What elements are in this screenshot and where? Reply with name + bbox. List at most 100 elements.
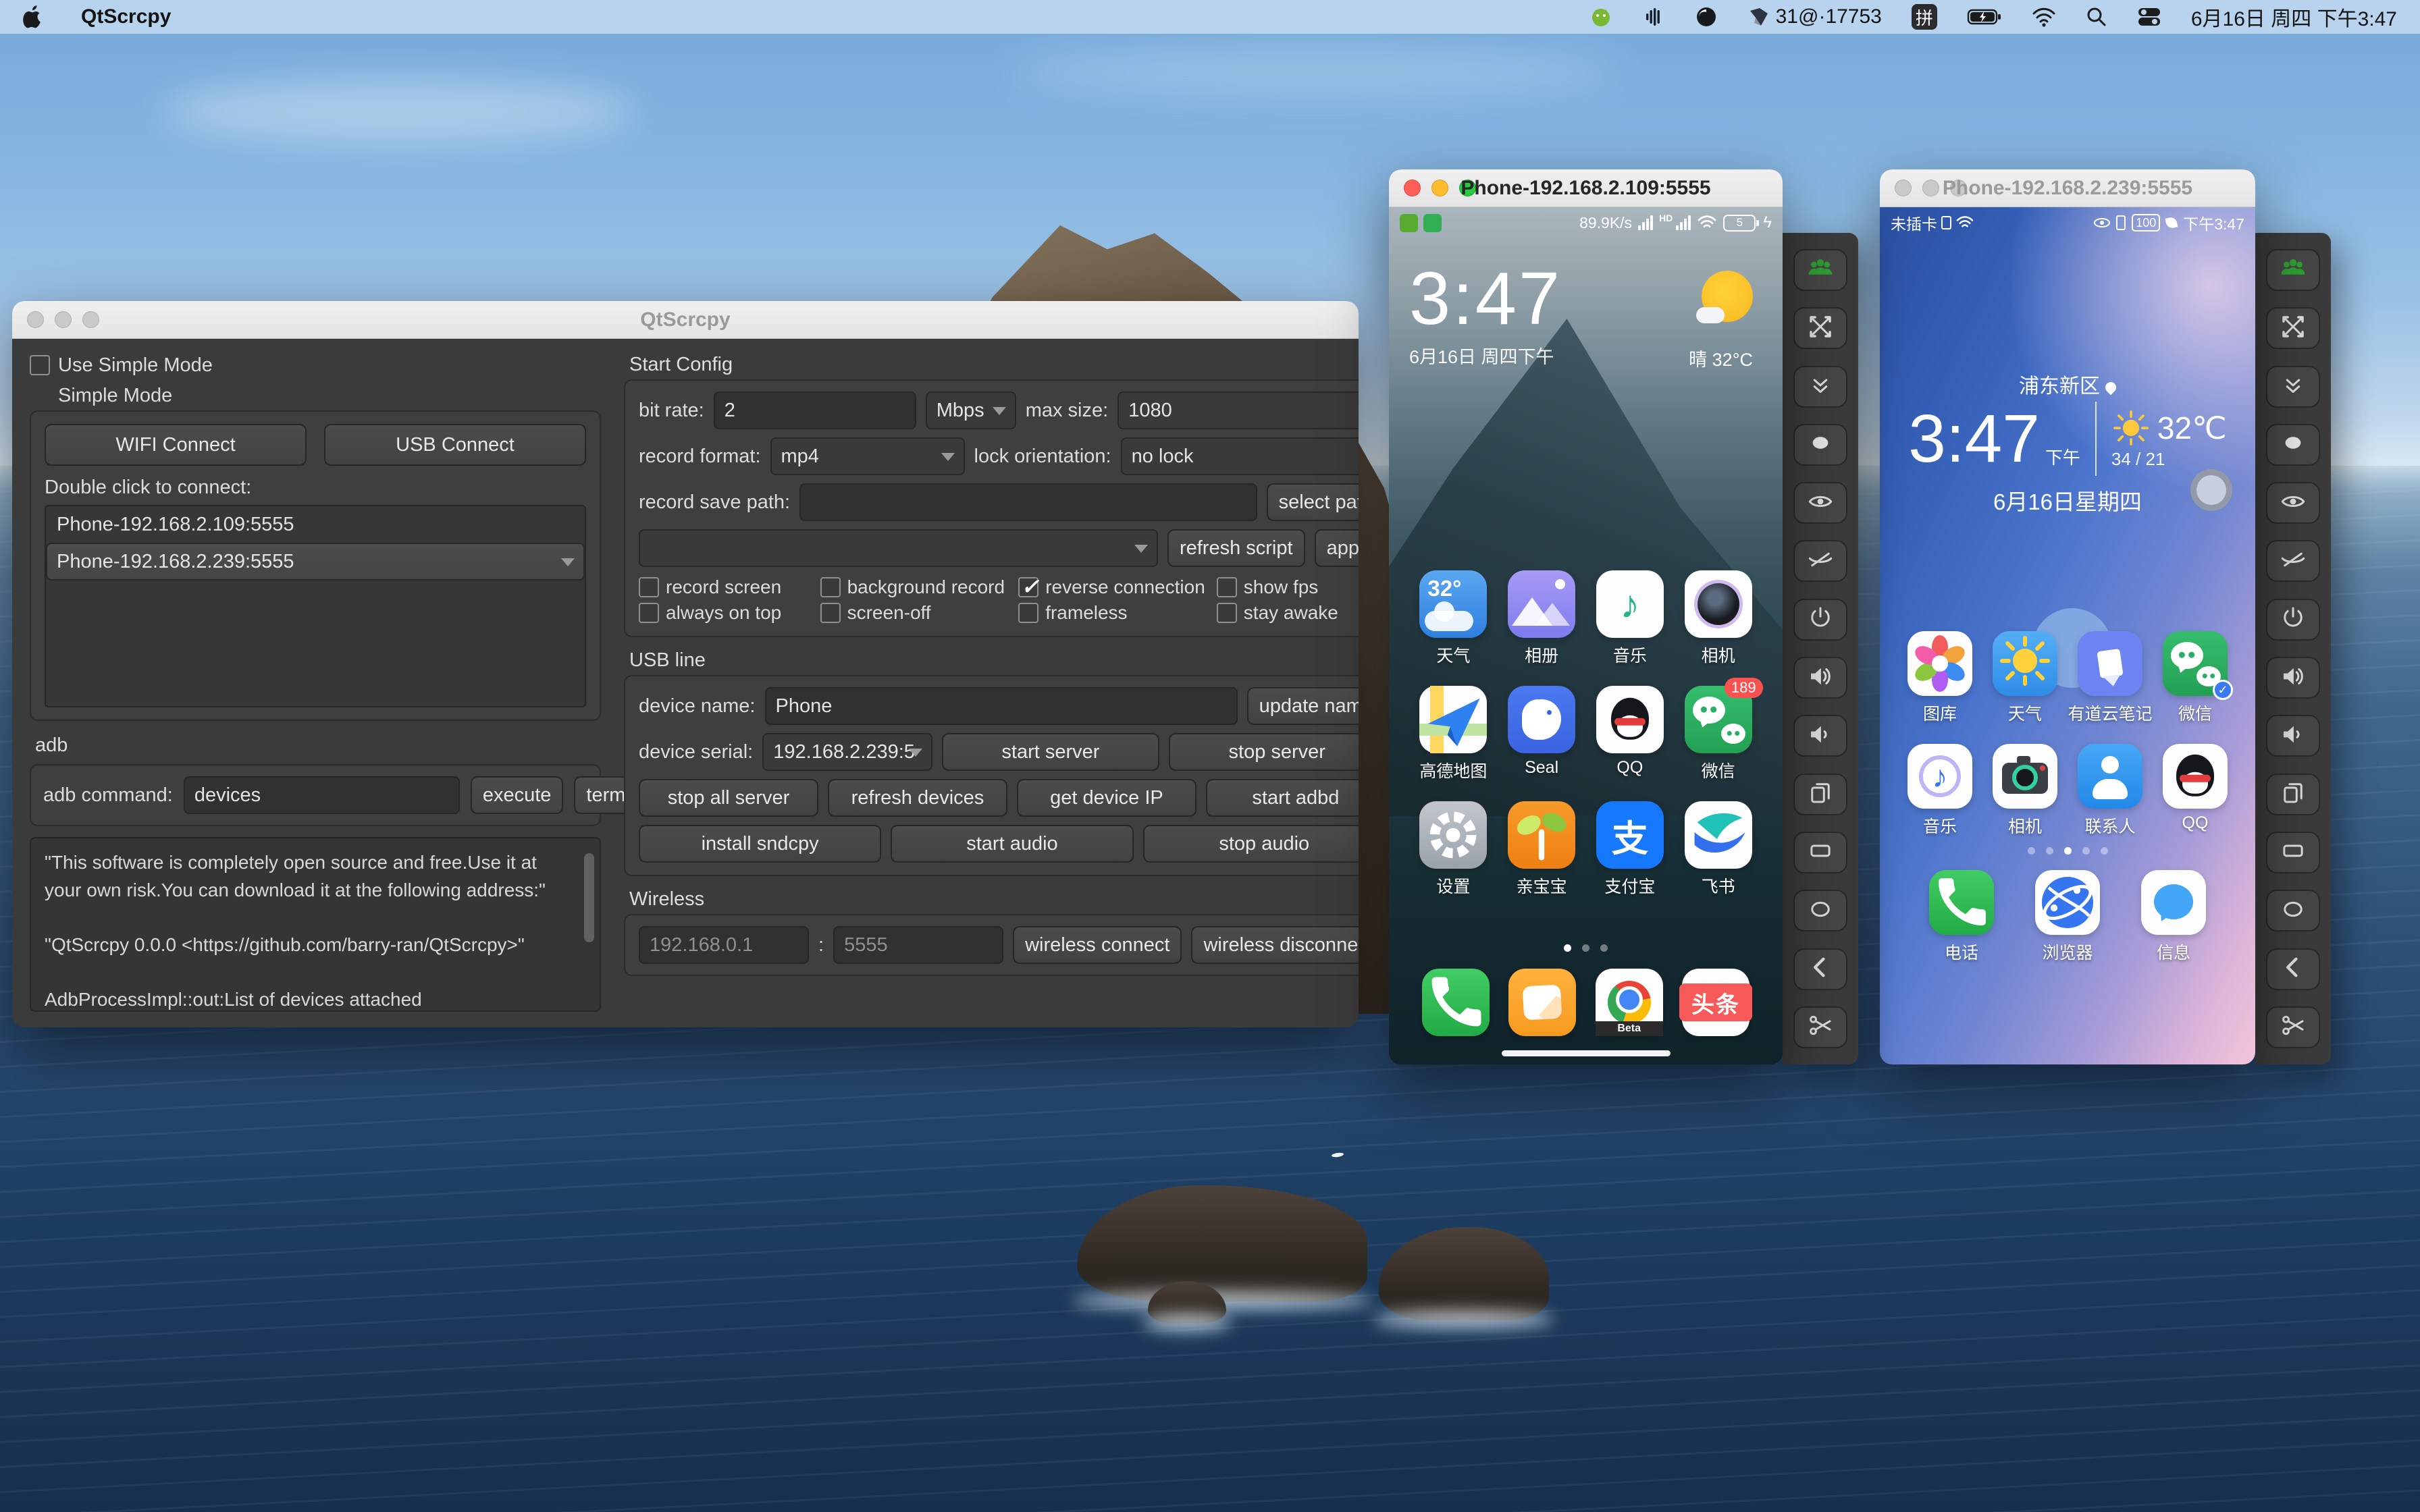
wireless-connect-button[interactable]: wireless connect (1013, 926, 1182, 964)
app-icon-相册[interactable] (1508, 570, 1576, 638)
app-icon-联系人[interactable] (2078, 744, 2142, 809)
app-icon-浏览器[interactable] (2035, 870, 2100, 935)
apple-menu-icon[interactable] (23, 3, 43, 30)
fold-button[interactable] (1793, 365, 1847, 408)
wireless-ip-input[interactable] (639, 926, 809, 964)
fold-button[interactable] (2266, 365, 2320, 408)
checkbox-box[interactable] (639, 603, 659, 623)
stop-all-server-button[interactable]: stop all server (639, 779, 818, 817)
device-serial-select[interactable]: 192.168.2.239:5 (762, 733, 933, 771)
checkbox-box[interactable] (1216, 577, 1237, 597)
checkbox-box[interactable] (820, 577, 841, 597)
app-icon-天气[interactable]: 32° (1419, 570, 1488, 638)
app-icon-支付宝[interactable]: 支 (1596, 801, 1664, 869)
home-button[interactable] (1793, 890, 1847, 932)
equalizer-status-icon[interactable] (1642, 3, 1665, 30)
adb-command-input[interactable] (183, 776, 460, 814)
record-save-path-input[interactable] (799, 483, 1257, 521)
proxy-status-item[interactable]: 31@·17753 (1747, 5, 1882, 28)
app-icon-微信[interactable]: ✓ (2163, 631, 2233, 700)
group-control-button[interactable] (1793, 249, 1847, 291)
screenshot-button[interactable] (1793, 1006, 1847, 1048)
app-icon-高德地图[interactable] (1419, 686, 1488, 753)
device-list-item[interactable]: Phone-192.168.2.109:5555 (46, 506, 585, 543)
stop-audio-button[interactable]: stop audio (1142, 825, 1359, 863)
screen-on-button[interactable] (1793, 482, 1847, 524)
device-name-input[interactable] (764, 687, 1238, 725)
screen-on-button[interactable] (2266, 482, 2320, 524)
app-icon-QQ[interactable] (2163, 744, 2228, 809)
touch-button[interactable] (1793, 423, 1847, 466)
control-center-icon[interactable] (2137, 3, 2161, 30)
screen-off-button[interactable] (1793, 540, 1847, 583)
assistive-ball[interactable] (2190, 469, 2232, 511)
app-switch-button[interactable] (2266, 773, 2320, 815)
volume-up-button[interactable] (2266, 657, 2320, 699)
app-icon-mi-sms[interactable] (1508, 969, 1577, 1036)
bit-rate-input[interactable] (713, 392, 916, 429)
app-icon-音乐[interactable]: ♪ (1908, 744, 1972, 809)
refresh-script-button[interactable]: refresh script (1167, 529, 1305, 567)
app-icon-Seal[interactable] (1508, 686, 1576, 753)
app-icon-飞书[interactable] (1684, 801, 1752, 869)
checkbox-box[interactable] (1216, 603, 1237, 623)
group-control-button[interactable] (2266, 249, 2320, 291)
app-icon-相机[interactable] (1684, 570, 1752, 638)
use-simple-mode-row[interactable]: Use Simple Mode (30, 350, 601, 381)
checkbox-record-screen[interactable]: record screen (639, 576, 816, 598)
checkbox-frameless[interactable]: frameless (1018, 602, 1213, 624)
max-size-select[interactable]: 1080 (1117, 392, 1359, 429)
adb-log-output[interactable]: "This software is completely open source… (30, 837, 601, 1012)
app-icon-音乐[interactable]: ♪ (1596, 570, 1664, 638)
swirl-status-icon[interactable] (1695, 3, 1718, 30)
app-icon-微信[interactable]: 189 (1684, 678, 1763, 753)
checkbox-reverse-connection[interactable]: reverse connection (1018, 574, 1213, 599)
phone1-titlebar[interactable]: Phone-192.168.2.109:5555 (1389, 169, 1783, 207)
touch-button[interactable] (2266, 423, 2320, 466)
get-device-ip-button[interactable]: get device IP (1016, 779, 1196, 817)
menu-button[interactable] (1793, 831, 1847, 873)
main-window-titlebar[interactable]: QtScrcpy (12, 301, 1359, 339)
app-icon-图库[interactable] (1908, 631, 1972, 696)
use-simple-mode-checkbox[interactable] (30, 355, 50, 375)
back-button[interactable] (2266, 948, 2320, 990)
device-list-item[interactable]: Phone-192.168.2.239:5555 (46, 543, 585, 580)
home-indicator[interactable] (1501, 1050, 1671, 1056)
app-switch-button[interactable] (1793, 773, 1847, 815)
phone2-screen[interactable]: 未插卡 100 下午3:47 浦东新区 3:47 下午 32℃ 34 / 21 … (1880, 207, 2255, 1064)
input-method-icon[interactable]: 拼 (1911, 4, 1937, 30)
apply-button[interactable]: apply (1314, 529, 1359, 567)
wireless-port-input[interactable] (833, 926, 1004, 964)
volume-down-button[interactable] (1793, 715, 1847, 757)
refresh-devices-button[interactable]: refresh devices (827, 779, 1007, 817)
app-icon-toutiao[interactable]: 头条 (1679, 969, 1752, 1036)
home-button[interactable] (2266, 890, 2320, 932)
checkbox-background-record[interactable]: background record (820, 576, 1015, 598)
app-icon-QQ[interactable] (1596, 686, 1664, 753)
app-icon-有道云笔记[interactable] (2078, 631, 2142, 696)
menu-bar-app-name[interactable]: QtScrcpy (81, 5, 171, 28)
app-icon-电话[interactable] (1929, 870, 1994, 935)
usb-connect-button[interactable]: USB Connect (324, 424, 586, 466)
device-list[interactable]: Phone-192.168.2.109:5555 Phone-192.168.2.… (45, 505, 586, 707)
app-icon-天气[interactable] (1993, 631, 2057, 696)
screenshot-button[interactable] (2266, 1006, 2320, 1048)
bit-rate-unit-select[interactable]: Mbps (925, 392, 1016, 429)
execute-button[interactable]: execute (470, 776, 564, 814)
wifi-connect-button[interactable]: WIFI Connect (45, 424, 307, 466)
log-scrollbar-thumb[interactable] (584, 853, 594, 942)
screen-off-button[interactable] (2266, 540, 2320, 583)
checkbox-box[interactable] (820, 603, 841, 623)
checkbox-screen-off[interactable]: screen-off (820, 602, 1015, 624)
lock-orientation-select[interactable]: no lock (1120, 437, 1359, 475)
checkbox-box[interactable] (1018, 603, 1039, 623)
start-audio-button[interactable]: start audio (891, 825, 1134, 863)
clock-widget[interactable]: 3:47 6月16日 周四下午 (1409, 260, 1562, 369)
app-icon-信息[interactable] (2141, 870, 2206, 935)
checkbox-always-on-top[interactable]: always on top (639, 602, 816, 624)
fullscreen-button[interactable] (1793, 307, 1847, 350)
power-button[interactable] (1793, 598, 1847, 641)
script-select[interactable] (639, 529, 1158, 567)
app-icon-设置[interactable] (1419, 801, 1488, 869)
checkbox-stay-awake[interactable]: stay awake (1216, 602, 1359, 624)
